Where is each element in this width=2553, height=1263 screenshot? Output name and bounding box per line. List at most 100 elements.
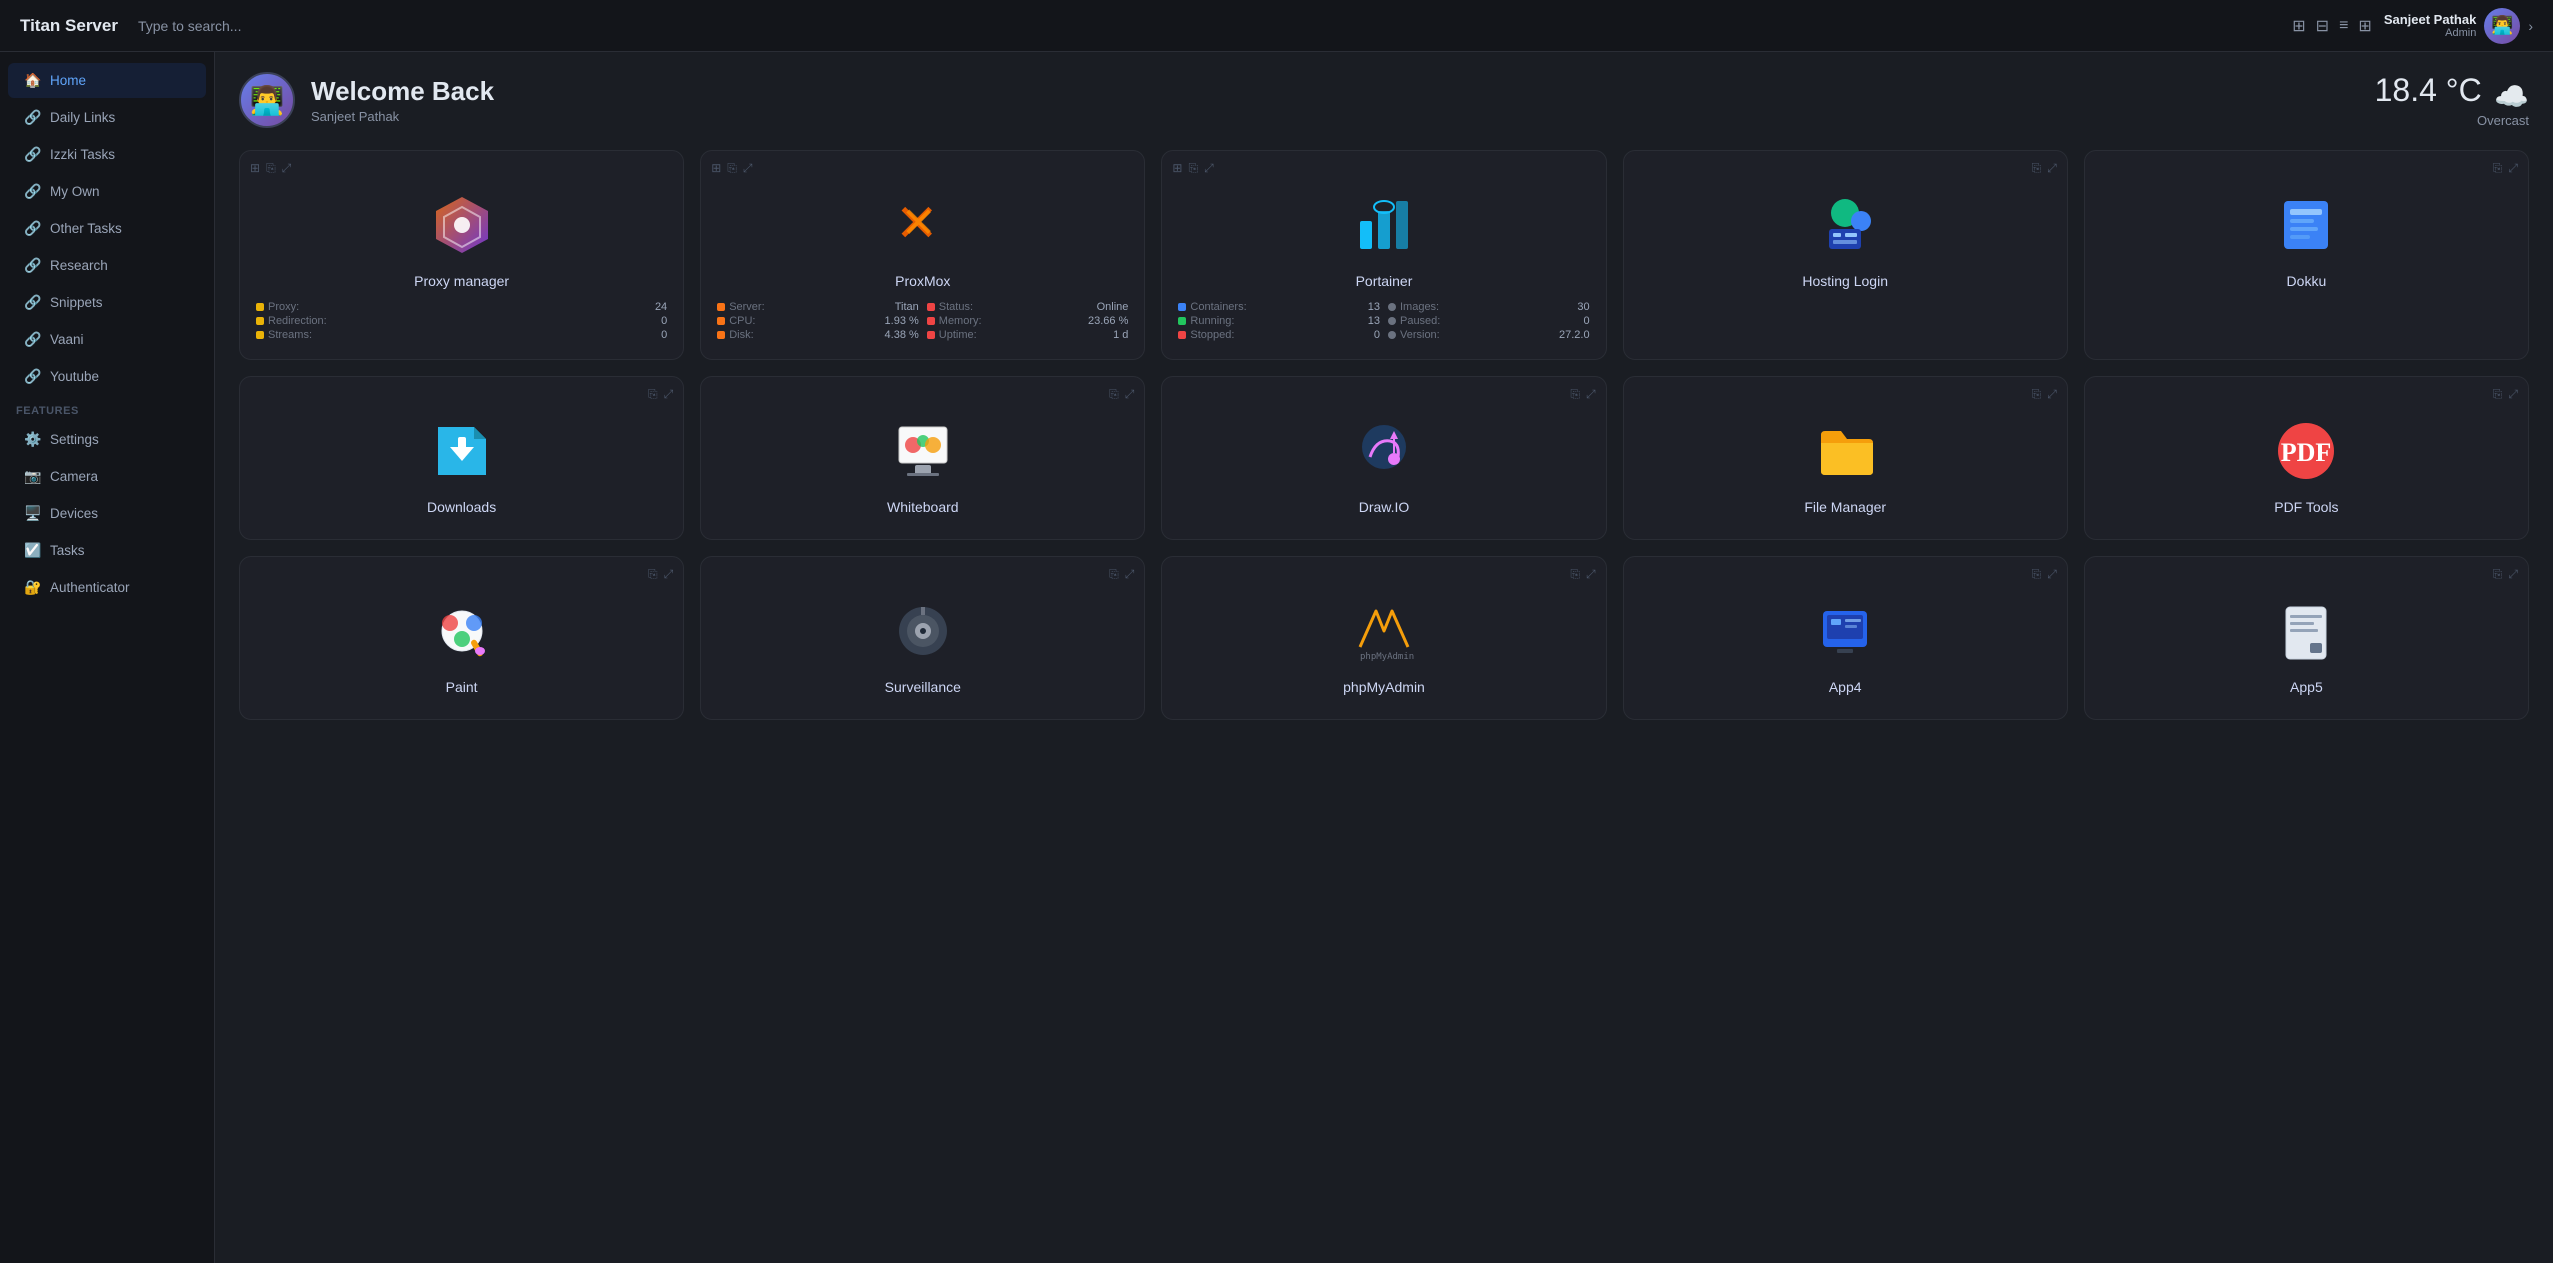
card-phpmy[interactable]: ⎘ ⤢ phpMyAdmin phpMyAdmin bbox=[1161, 556, 1606, 720]
welcome-left: 👨‍💻 Welcome Back Sanjeet Pathak bbox=[239, 72, 494, 128]
copy-icon-fm[interactable]: ⎘ bbox=[2032, 387, 2042, 402]
card-actions-dokku: ⎘ ⤢ bbox=[2493, 161, 2518, 176]
copy-icon[interactable]: ⎘ bbox=[266, 161, 276, 176]
sidebar-item-izzki-tasks[interactable]: 🔗 Izzki Tasks bbox=[8, 137, 206, 172]
grid-view-icon-px[interactable]: ⊞ bbox=[711, 161, 721, 176]
copy-icon-px[interactable]: ⎘ bbox=[727, 161, 737, 176]
apps-icon[interactable]: ⊞ bbox=[2358, 16, 2371, 36]
dokku-icon bbox=[2270, 189, 2342, 261]
card-pdf-tools[interactable]: ⎘ ⤢ PDF PDF Tools bbox=[2084, 376, 2529, 540]
expand-icon-surv[interactable]: ⤢ bbox=[1125, 567, 1135, 582]
sidebar-item-research[interactable]: 🔗 Research bbox=[8, 248, 206, 283]
grid-view-icon-pt[interactable]: ⊞ bbox=[1172, 161, 1182, 176]
expand-icon-app5[interactable]: ⤢ bbox=[2508, 567, 2518, 582]
card-app4[interactable]: ⎘ ⤢ App4 bbox=[1623, 556, 2068, 720]
sidebar-item-youtube[interactable]: 🔗 Youtube bbox=[8, 359, 206, 394]
auth-icon: 🔐 bbox=[24, 579, 40, 596]
card-portainer[interactable]: ⊞ ⎘ ⤢ Portainer Containers:13 Images:30 bbox=[1161, 150, 1606, 360]
sidebar-item-my-own[interactable]: 🔗 My Own bbox=[8, 174, 206, 209]
expand-icon-wb[interactable]: ⤢ bbox=[1125, 387, 1135, 402]
expand-icon-app4[interactable]: ⤢ bbox=[2047, 567, 2057, 582]
card-dokku[interactable]: ⎘ ⤢ Dokku bbox=[2084, 150, 2529, 360]
cloud-icon: ☁️ bbox=[2494, 81, 2529, 112]
card-actions-downloads: ⎘ ⤢ bbox=[648, 387, 673, 402]
expand-icon-dl[interactable]: ⤢ bbox=[664, 387, 674, 402]
copy-icon-pdf[interactable]: ⎘ bbox=[2493, 387, 2503, 402]
display-icon[interactable]: ⊟ bbox=[2316, 16, 2329, 36]
card-downloads[interactable]: ⎘ ⤢ Downloads bbox=[239, 376, 684, 540]
card-title-dokku: Dokku bbox=[2287, 273, 2327, 289]
expand-icon-dokku[interactable]: ⤢ bbox=[2508, 161, 2518, 176]
card-drawio[interactable]: ⎘ ⤢ Draw.IO bbox=[1161, 376, 1606, 540]
gear-icon: ⚙️ bbox=[24, 431, 40, 448]
copy-icon-paint[interactable]: ⎘ bbox=[648, 567, 658, 582]
card-hosting-login[interactable]: ⎘ ⤢ Hosting Login bbox=[1623, 150, 2068, 360]
sidebar-item-daily-links[interactable]: 🔗 Daily Links bbox=[8, 100, 206, 135]
drawio-icon bbox=[1348, 415, 1420, 487]
sidebar-item-other-tasks[interactable]: 🔗 Other Tasks bbox=[8, 211, 206, 246]
sidebar-item-devices[interactable]: 🖥️ Devices bbox=[8, 496, 206, 531]
card-actions-phpmy: ⎘ ⤢ bbox=[1570, 567, 1595, 582]
expand-icon[interactable]: ⤢ bbox=[282, 161, 292, 176]
card-paint[interactable]: ⎘ ⤢ Paint bbox=[239, 556, 684, 720]
sidebar-item-authenticator[interactable]: 🔐 Authenticator bbox=[8, 570, 206, 605]
card-actions-paint: ⎘ ⤢ bbox=[648, 567, 673, 582]
expand-icon-px[interactable]: ⤢ bbox=[743, 161, 753, 176]
expand-icon-pdf[interactable]: ⤢ bbox=[2508, 387, 2518, 402]
grid-icon[interactable]: ⊞ bbox=[2292, 16, 2305, 36]
svg-text:PDF: PDF bbox=[2281, 438, 2332, 467]
sidebar-item-tasks[interactable]: ☑️ Tasks bbox=[8, 533, 206, 568]
copy-icon-wb[interactable]: ⎘ bbox=[1109, 387, 1119, 402]
sidebar-item-vaani[interactable]: 🔗 Vaani bbox=[8, 322, 206, 357]
copy-icon-hosting[interactable]: ⎘ bbox=[2032, 161, 2042, 176]
weather-description: Overcast bbox=[2375, 113, 2529, 128]
expand-icon-pt[interactable]: ⤢ bbox=[1204, 161, 1214, 176]
grid-view-icon[interactable]: ⊞ bbox=[250, 161, 260, 176]
card-surveillance[interactable]: ⎘ ⤢ Surveillance bbox=[700, 556, 1145, 720]
card-file-manager[interactable]: ⎘ ⤢ File Manager bbox=[1623, 376, 2068, 540]
copy-icon-pt[interactable]: ⎘ bbox=[1188, 161, 1198, 176]
card-actions-left-proxy: ⊞ ⎘ ⤢ bbox=[250, 161, 291, 176]
sidebar-item-label-other-tasks: Other Tasks bbox=[50, 221, 122, 236]
card-proxmox[interactable]: ⊞ ⎘ ⤢ ✕ ✕ ProxMox Server:Titan Status:On… bbox=[700, 150, 1145, 360]
copy-icon-app4[interactable]: ⎘ bbox=[2032, 567, 2042, 582]
expand-icon-phpmy[interactable]: ⤢ bbox=[1586, 567, 1596, 582]
sidebar-item-label-camera: Camera bbox=[50, 469, 98, 484]
expand-icon-hosting[interactable]: ⤢ bbox=[2047, 161, 2057, 176]
card-app5[interactable]: ⎘ ⤢ App5 bbox=[2084, 556, 2529, 720]
card-actions-left-proxmox: ⊞ ⎘ ⤢ bbox=[711, 161, 752, 176]
avatar: 👨‍💻 bbox=[2484, 8, 2520, 44]
expand-icon-paint[interactable]: ⤢ bbox=[664, 567, 674, 582]
sidebar-item-label-home: Home bbox=[50, 73, 86, 88]
card-actions-left-portainer: ⊞ ⎘ ⤢ bbox=[1172, 161, 1213, 176]
topnav-user[interactable]: Sanjeet Pathak Admin 👨‍💻 › bbox=[2384, 8, 2533, 44]
sidebar-item-label-settings: Settings bbox=[50, 432, 99, 447]
paint-icon bbox=[426, 595, 498, 667]
copy-icon-drawio[interactable]: ⎘ bbox=[1570, 387, 1580, 402]
card-actions-fm: ⎘ ⤢ bbox=[2032, 387, 2057, 402]
sidebar-item-camera[interactable]: 📷 Camera bbox=[8, 459, 206, 494]
copy-icon-dl[interactable]: ⎘ bbox=[648, 387, 658, 402]
sidebar-item-label-authenticator: Authenticator bbox=[50, 580, 130, 595]
card-proxy-manager[interactable]: ⊞ ⎘ ⤢ bbox=[239, 150, 684, 360]
sidebar-item-home[interactable]: 🏠 Home bbox=[8, 63, 206, 98]
copy-icon-phpmy[interactable]: ⎘ bbox=[1570, 567, 1580, 582]
card-actions-pdf: ⎘ ⤢ bbox=[2493, 387, 2518, 402]
expand-icon-drawio[interactable]: ⤢ bbox=[1586, 387, 1596, 402]
copy-icon-surv[interactable]: ⎘ bbox=[1109, 567, 1119, 582]
sidebar-item-snippets[interactable]: 🔗 Snippets bbox=[8, 285, 206, 320]
search-input[interactable] bbox=[138, 18, 638, 34]
user-info: Sanjeet Pathak Admin bbox=[2384, 12, 2477, 39]
expand-icon-fm[interactable]: ⤢ bbox=[2047, 387, 2057, 402]
cards-grid-row1: ⊞ ⎘ ⤢ bbox=[239, 150, 2529, 360]
brand-title: Titan Server bbox=[20, 16, 118, 36]
sidebar-item-label-tasks: Tasks bbox=[50, 543, 85, 558]
copy-icon-dokku[interactable]: ⎘ bbox=[2493, 161, 2503, 176]
card-title-portainer: Portainer bbox=[1356, 273, 1413, 289]
sidebar-item-settings[interactable]: ⚙️ Settings bbox=[8, 422, 206, 457]
card-whiteboard[interactable]: ⎘ ⤢ Whiteboard bbox=[700, 376, 1145, 540]
copy-icon-app5[interactable]: ⎘ bbox=[2493, 567, 2503, 582]
list-icon[interactable]: ≡ bbox=[2339, 17, 2348, 35]
link-icon-daily: 🔗 bbox=[24, 109, 40, 126]
card-actions-hosting: ⎘ ⤢ bbox=[2032, 161, 2057, 176]
